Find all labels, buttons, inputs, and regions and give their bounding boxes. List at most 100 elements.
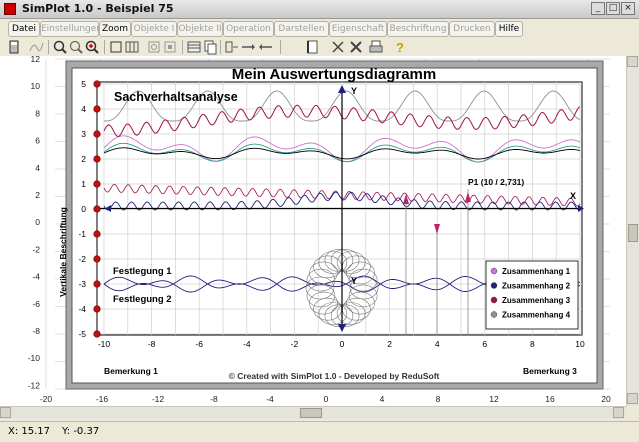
table-icon[interactable] <box>186 39 202 55</box>
scroll-right-button[interactable] <box>613 407 624 418</box>
frame-icon[interactable] <box>108 39 124 55</box>
select-icon[interactable] <box>162 39 178 55</box>
outer-y-ticks: 12 10 8 6 4 2 0 -2 -4 -6 -8 -10 -12 <box>28 54 41 390</box>
title-bar: SimPlot 1.0 - Beispiel 75 _ □ × <box>0 0 639 19</box>
outer-x-tick: -12 <box>152 394 165 404</box>
inner-y-tick: -2 <box>78 254 86 264</box>
copy-icon[interactable] <box>202 39 218 55</box>
scroll-up-button[interactable] <box>627 56 638 67</box>
inner-y-tick: -3 <box>78 279 86 289</box>
menu-objekte-2[interactable]: Objekte II <box>177 21 223 37</box>
menu-zoom[interactable]: Zoom <box>99 21 131 37</box>
toolbar: ? <box>0 37 639 58</box>
outer-y-tick: 6 <box>35 136 40 146</box>
vertical-scrollbar[interactable] <box>626 56 639 406</box>
close-button[interactable]: × <box>621 2 635 15</box>
outer-y-tick: 0 <box>35 217 40 227</box>
window-title: SimPlot 1.0 - Beispiel 75 <box>22 2 174 15</box>
inner-y-tick: -1 <box>78 229 86 239</box>
inner-x-tick: 2 <box>387 339 392 349</box>
bemerkung-1: Bemerkung 1 <box>104 366 158 376</box>
y-tick-dot <box>93 305 101 313</box>
outer-y-tick: 12 <box>31 56 41 64</box>
bemerkung-3: Bemerkung 3 <box>523 366 577 376</box>
delete-icon[interactable] <box>348 39 364 55</box>
inner-x-tick: -8 <box>148 339 156 349</box>
page-icon[interactable] <box>304 39 320 55</box>
horizontal-scrollbar[interactable] <box>0 406 626 419</box>
legend-label: Zusammenhang 1 <box>502 267 571 276</box>
app-icon <box>4 3 16 15</box>
outer-y-tick: -10 <box>28 353 41 363</box>
plot-svg[interactable]: 121086420-2-4-6-8-10-12 -20 -16 -12 -8 -4 0 4 8… <box>0 54 626 406</box>
inner-x-tick: 10 <box>575 339 585 349</box>
plot-canvas[interactable]: 12 10 8 6 4 2 0 -2 -4 -6 -8 -10 -12 -20 -16 -12 -8 -4 0 4 8… <box>0 54 626 406</box>
inner-x-tick: -10 <box>98 339 111 349</box>
calculator-icon[interactable] <box>6 39 22 55</box>
menu-beschriftung[interactable]: Beschriftung <box>387 21 449 37</box>
menu-objekte-1[interactable]: Objekte I <box>131 21 177 37</box>
help-icon[interactable]: ? <box>392 39 408 55</box>
legend-label: Zusammenhang 3 <box>502 296 571 305</box>
scroll-down-button[interactable] <box>627 393 638 404</box>
legend-label: Zusammenhang 4 <box>502 311 571 320</box>
festlegung-1: Festlegung 1 <box>113 266 172 277</box>
print-icon[interactable] <box>368 39 384 55</box>
y-axis-label-lower: Y <box>351 276 357 286</box>
menu-einstellungen[interactable]: Einstellungen <box>40 21 102 37</box>
inner-y-tick: -5 <box>78 329 86 339</box>
menu-datei[interactable]: Datei <box>8 21 40 37</box>
graph-icon[interactable] <box>146 39 162 55</box>
menu-eigenschaft[interactable]: Eigenschaft <box>329 21 387 37</box>
inner-x-tick: 0 <box>340 339 345 349</box>
arrow-left-icon[interactable] <box>258 39 274 55</box>
status-y: Y: -0.37 <box>62 426 100 437</box>
y-tick-dot <box>93 130 101 138</box>
svg-text:?: ? <box>396 40 404 55</box>
outer-y-tick: -4 <box>32 272 40 282</box>
legend-marker <box>490 282 498 289</box>
y-tick-dot <box>93 330 101 338</box>
menu-bar: Datei Einstellungen Zoom Objekte I Objek… <box>0 19 639 38</box>
outer-y-tick: 4 <box>35 163 40 173</box>
outer-x-tick: -20 <box>40 394 53 404</box>
zoom-out-icon[interactable] <box>84 39 100 55</box>
maximize-button[interactable]: □ <box>606 2 620 15</box>
inner-y-tick: 2 <box>81 154 86 164</box>
y-axis-label: Y <box>351 86 357 96</box>
inner-y-tick: 0 <box>81 204 86 214</box>
chart-footer: © Created with SimPlot 1.0 - Developed b… <box>229 371 440 381</box>
y-tick-dot <box>93 280 101 288</box>
outer-x-tick: 8 <box>436 394 441 404</box>
status-x: X: 15.17 <box>8 426 51 437</box>
y-tick-dot <box>93 205 101 213</box>
menu-operation[interactable]: Operation <box>223 21 274 37</box>
festlegung-2: Festlegung 2 <box>113 294 172 305</box>
outer-x-tick: -4 <box>266 394 274 404</box>
vertical-scroll-thumb[interactable] <box>628 224 638 242</box>
arrow-right-icon[interactable] <box>240 39 256 55</box>
x-axis-label: X <box>570 191 576 201</box>
stretch-icon[interactable] <box>224 39 240 55</box>
outer-x-tick: -8 <box>210 394 218 404</box>
grid-icon[interactable] <box>124 39 140 55</box>
inner-x-tick: -6 <box>195 339 203 349</box>
menu-darstellen[interactable]: Darstellen <box>274 21 329 37</box>
scroll-left-button[interactable] <box>0 407 11 418</box>
curve-icon[interactable] <box>28 39 44 55</box>
outer-y-tick: -2 <box>32 244 40 254</box>
inner-y-tick: -4 <box>78 304 86 314</box>
inner-x-tick: 8 <box>530 339 535 349</box>
horizontal-scroll-thumb[interactable] <box>300 408 322 418</box>
zoom-reset-icon[interactable] <box>68 39 84 55</box>
y-tick-dot <box>93 180 101 188</box>
cut-icon[interactable] <box>330 39 346 55</box>
zoom-in-icon[interactable] <box>52 39 68 55</box>
minimize-button[interactable]: _ <box>591 2 605 15</box>
outer-x-tick: -16 <box>96 394 109 404</box>
inner-x-tick: -4 <box>243 339 251 349</box>
y-tick-dot <box>93 230 101 238</box>
y-tick-dot <box>93 255 101 263</box>
menu-hilfe[interactable]: Hilfe <box>495 21 523 37</box>
menu-drucken[interactable]: Drucken <box>449 21 495 37</box>
